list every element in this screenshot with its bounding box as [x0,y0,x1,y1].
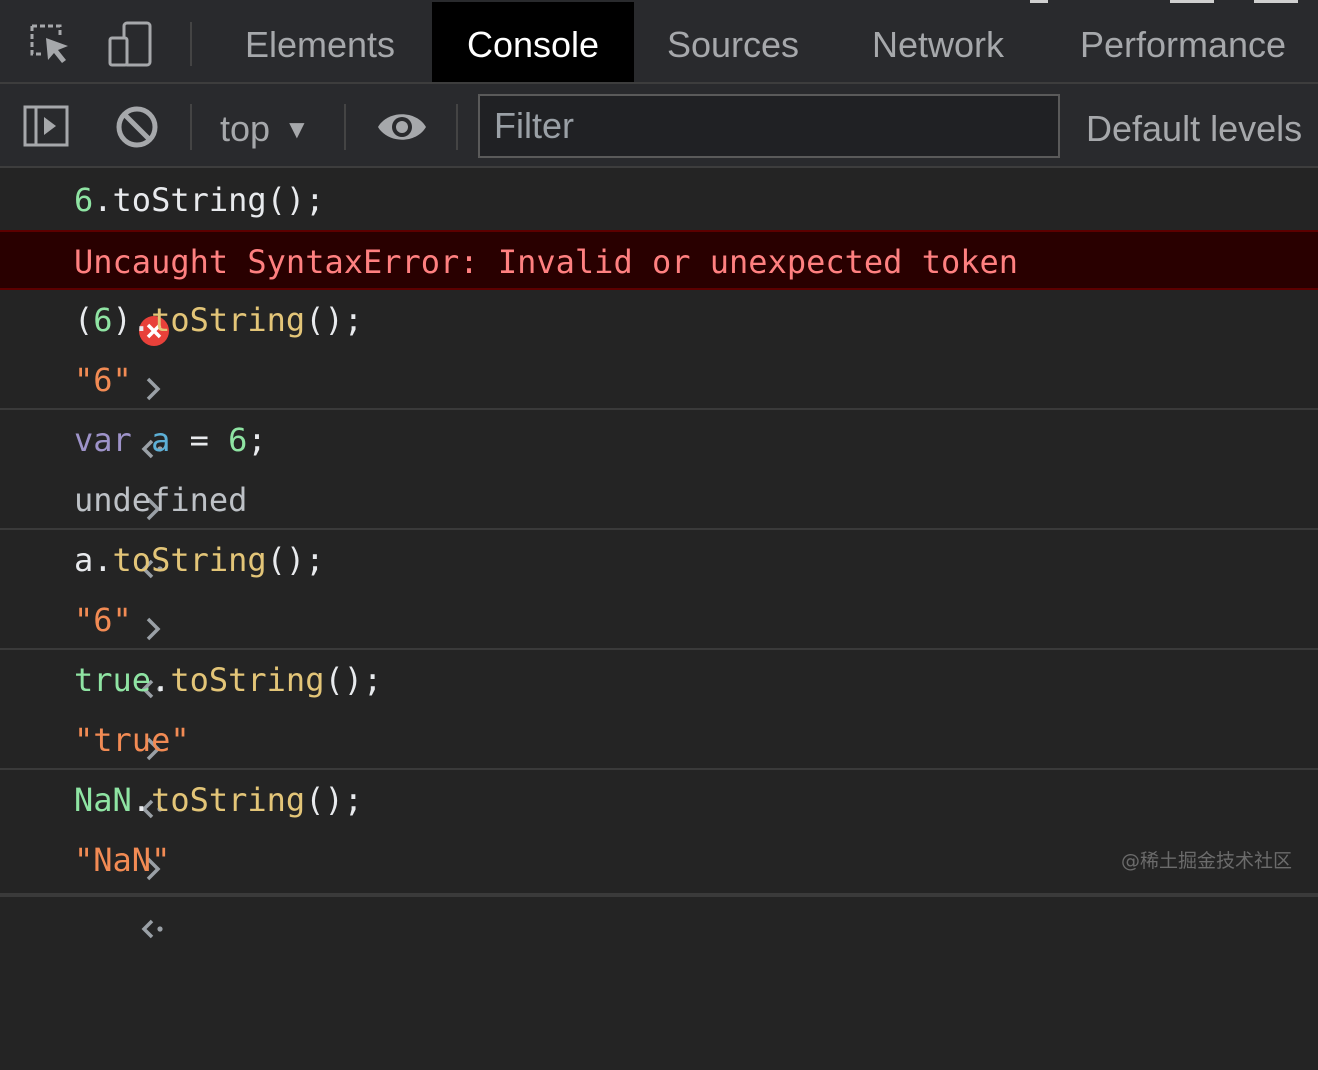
log-levels-dropdown[interactable]: Default levels [1086,104,1302,154]
console-input-line: NaN.toString(); [0,770,1318,881]
inspect-element-icon[interactable] [26,20,74,68]
devtools-tab-bar: Elements Console Sources Network Perform… [0,0,1318,84]
toolbar-divider [190,104,192,150]
console-result-line: "6" [0,590,1318,699]
tab-sources[interactable]: Sources [650,2,816,82]
filter-input[interactable] [478,94,1060,158]
console-result-line: undefined [0,470,1318,579]
console-output: 6.toString(); Uncaught SyntaxError: Inva… [0,170,1318,939]
result-arrow-icon [22,604,163,699]
error-message: Uncaught SyntaxError: Invalid or unexpec… [74,243,1019,281]
console-input-line: var a = 6; [0,410,1318,521]
console-result-line: "true" [0,710,1318,819]
result-arrow-icon [22,724,163,819]
window-edge-mark [1030,0,1048,3]
toolbar-divider [344,104,346,150]
live-expression-eye-icon[interactable] [376,106,428,153]
dropdown-arrow-icon: ▼ [284,114,310,144]
console-input-line: a.toString(); [0,530,1318,641]
result-arrow-icon [22,844,163,939]
chevron-right-icon [22,664,161,761]
console-input-line: 6.toString(); [0,170,1318,281]
context-selector[interactable]: top ▼ [220,104,310,150]
toolbar-divider [456,104,458,150]
tab-network[interactable]: Network [848,2,1028,82]
device-toolbar-icon[interactable] [106,20,154,68]
clear-console-icon[interactable] [114,104,160,155]
chevron-right-icon [22,544,161,641]
tab-elements[interactable]: Elements [226,2,414,82]
tab-performance[interactable]: Performance [1060,2,1306,82]
console-input-line: true.toString(); [0,650,1318,761]
console-result-line: "6" [0,350,1318,459]
error-icon [22,246,169,346]
console-error-line: Uncaught SyntaxError: Invalid or unexpec… [0,230,1318,346]
bottom-divider [0,893,1318,897]
console-toolbar: top ▼ Default levels [0,84,1318,168]
tab-console[interactable]: Console [432,2,634,82]
chevron-right-icon [22,784,161,881]
context-label: top [220,108,271,149]
result-arrow-icon [22,364,163,459]
chevron-right-icon [22,184,161,281]
result-arrow-icon [22,484,163,579]
chevron-right-icon [22,304,161,401]
watermark: @稀土掘金技术社区 [1120,850,1292,872]
console-input-line: (6).toString(); [0,290,1318,401]
toolbar-divider [190,22,192,66]
chevron-right-icon [22,424,161,521]
show-sidebar-icon[interactable] [22,102,70,155]
